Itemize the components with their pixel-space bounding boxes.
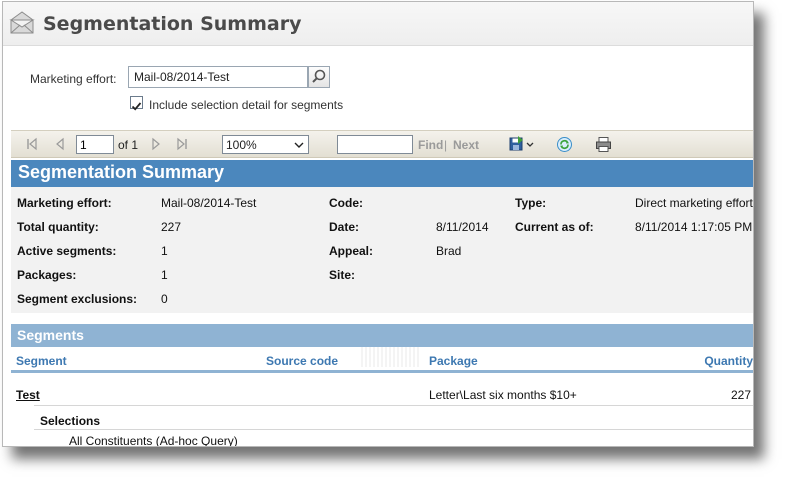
selection-item: All Constituents (Ad-hoc Query) — [69, 434, 238, 447]
column-spacer — [361, 347, 421, 367]
report-window: Segmentation Summary Marketing effort: M… — [2, 1, 754, 447]
report-title-banner: Segmentation Summary — [11, 160, 753, 187]
summary-marketing-effort-label: Marketing effort: — [17, 196, 112, 210]
active-segments-label: Active segments: — [17, 244, 117, 258]
column-header-segment[interactable]: Segment — [16, 354, 67, 368]
active-segments-value: 1 — [161, 244, 168, 258]
first-page-icon[interactable] — [25, 137, 39, 151]
next-page-icon[interactable] — [149, 137, 163, 151]
total-quantity-label: Total quantity: — [17, 220, 99, 234]
window-header: Segmentation Summary — [3, 2, 753, 46]
marketing-effort-label: Marketing effort: — [30, 72, 117, 86]
search-icon — [312, 69, 326, 83]
column-header-package[interactable]: Package — [429, 354, 478, 368]
segment-quantity: 227 — [730, 388, 751, 402]
summary-marketing-effort-value: Mail-08/2014-Test — [161, 196, 257, 210]
site-label: Site: — [329, 268, 356, 282]
envelope-icon — [9, 11, 35, 34]
appeal-value: Brad — [436, 244, 462, 258]
type-label: Type: — [515, 196, 547, 210]
find-link[interactable]: Find — [418, 138, 443, 152]
current-as-of-value: 8/11/2014 1:17:05 PM — [635, 220, 753, 234]
refresh-icon[interactable] — [556, 136, 573, 153]
last-page-icon[interactable] — [175, 137, 189, 151]
find-input[interactable] — [337, 135, 413, 154]
selections-label: Selections — [40, 414, 101, 428]
chevron-down-icon — [294, 142, 304, 148]
code-label: Code: — [329, 196, 363, 210]
include-detail-checkbox[interactable] — [130, 96, 143, 111]
packages-value: 1 — [161, 268, 168, 282]
row-divider — [34, 429, 753, 430]
segment-exclusions-label: Segment exclusions: — [17, 292, 138, 306]
toolbar-separator: | — [444, 138, 448, 152]
segment-exclusions-value: 0 — [161, 292, 168, 306]
marketing-effort-input[interactable]: Mail-08/2014-Test — [128, 66, 308, 88]
segment-link-test[interactable]: Test — [16, 388, 40, 402]
zoom-select[interactable]: 100% — [222, 135, 309, 154]
segments-title: Segments — [17, 327, 84, 343]
segments-header-bar: Segments — [11, 324, 753, 347]
packages-label: Packages: — [17, 268, 77, 282]
appeal-label: Appeal: — [329, 244, 374, 258]
total-quantity-value: 227 — [161, 220, 182, 234]
previous-page-icon[interactable] — [53, 137, 67, 151]
current-as-of-label: Current as of: — [515, 220, 594, 234]
segment-package: Letter\Last six months $10+ — [429, 388, 577, 402]
date-label: Date: — [329, 220, 360, 234]
segments-column-headers: Segment Source code Package Quantity — [11, 347, 753, 373]
marketing-effort-search-button[interactable] — [308, 66, 330, 88]
checkmark-icon — [131, 102, 142, 111]
column-header-quantity[interactable]: Quantity — [704, 354, 753, 368]
page-number-input[interactable]: 1 — [76, 135, 114, 154]
date-value: 8/11/2014 — [436, 220, 489, 234]
zoom-value: 100% — [226, 138, 257, 152]
save-export-icon[interactable] — [509, 135, 535, 153]
print-icon[interactable] — [595, 136, 612, 153]
include-detail-label: Include selection detail for segments — [149, 98, 344, 112]
row-divider — [34, 405, 753, 406]
page-title: Segmentation Summary — [43, 13, 302, 35]
type-value: Direct marketing effort — [635, 196, 753, 210]
report-toolbar: 1 of 1 100% Find | Next — [11, 130, 753, 158]
column-header-source-code[interactable]: Source code — [266, 354, 338, 368]
report-title: Segmentation Summary — [18, 162, 225, 182]
page-count: of 1 — [118, 138, 139, 152]
find-next-link[interactable]: Next — [453, 138, 479, 152]
summary-section: Marketing effort: Mail-08/2014-Test Tota… — [11, 187, 753, 313]
